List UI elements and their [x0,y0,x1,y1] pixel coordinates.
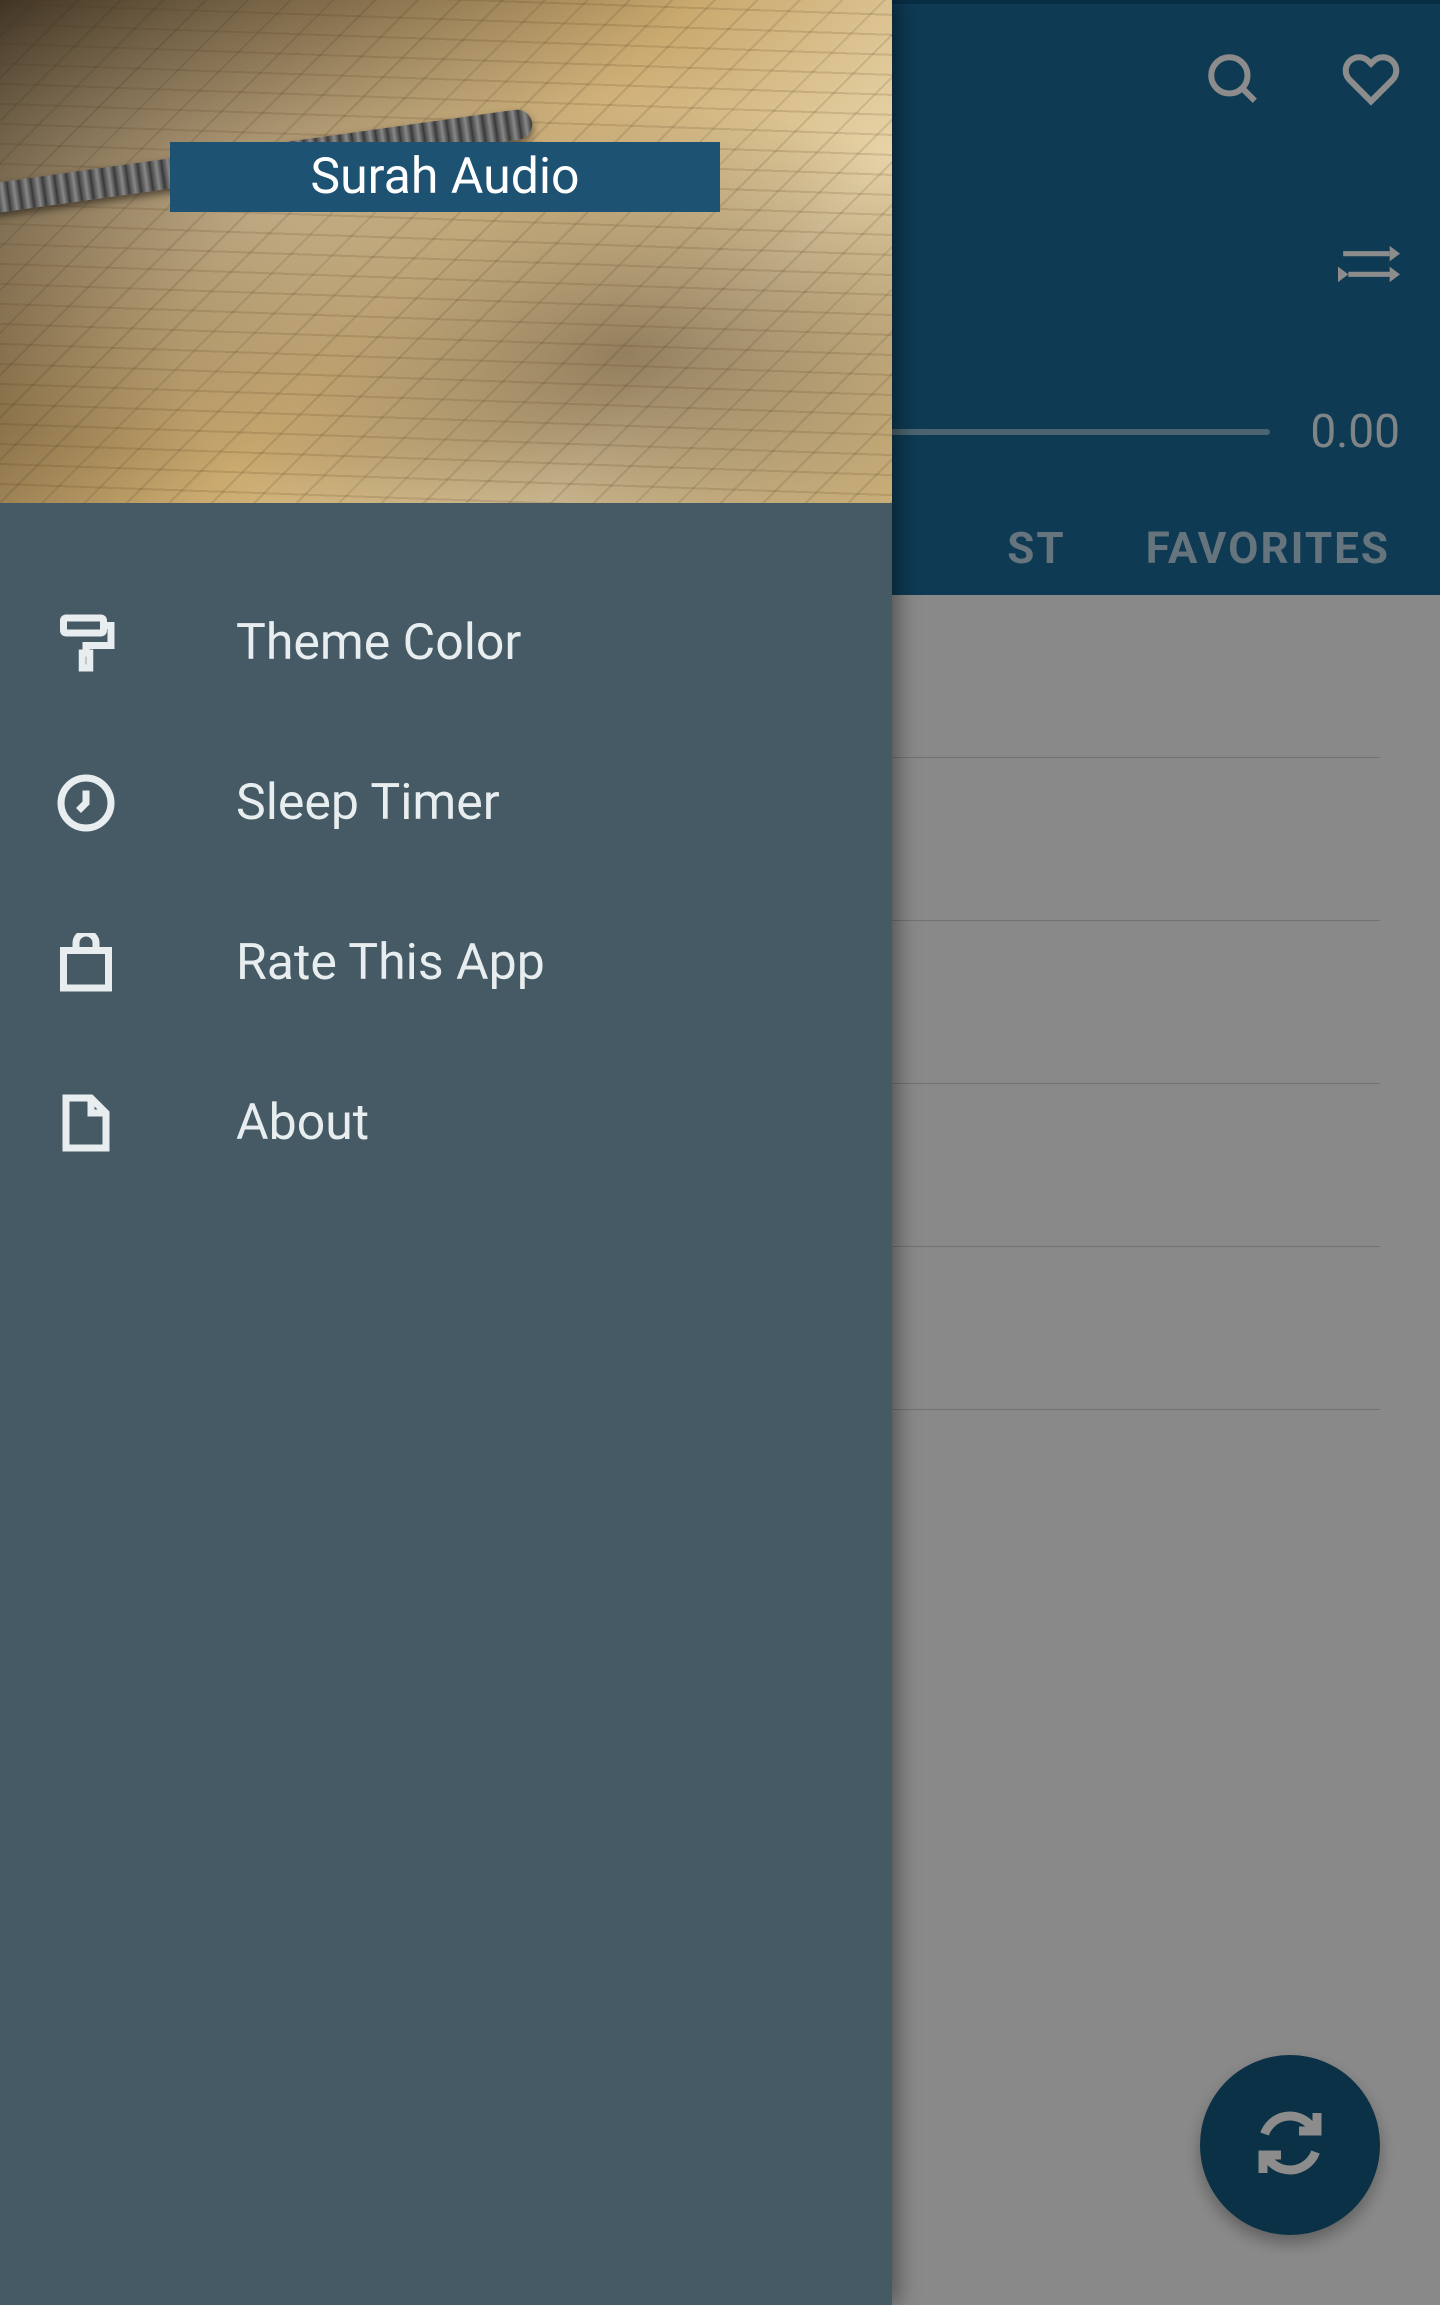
drawer-item-label: Theme Color [236,614,521,672]
drawer-item-about[interactable]: About [0,1043,892,1203]
app-screen: 0.00 ST FAVORITES [0,0,1440,2305]
paint-roller-icon [54,611,118,675]
navigation-drawer: Surah Audio Theme Color [0,0,892,2305]
clock-icon [54,771,118,835]
app-title: Surah Audio [310,148,579,206]
drawer-item-sleep-timer[interactable]: Sleep Timer [0,723,892,883]
drawer-item-label: Rate This App [236,934,545,992]
shopping-bag-icon [54,931,118,995]
drawer-items: Theme Color Sleep Timer [0,503,892,1203]
file-icon [54,1091,118,1155]
drawer-title-box: Surah Audio [170,142,720,212]
drawer-item-rate-app[interactable]: Rate This App [0,883,892,1043]
drawer-item-label: Sleep Timer [236,774,500,832]
drawer-item-label: About [236,1094,369,1152]
drawer-item-theme-color[interactable]: Theme Color [0,563,892,723]
drawer-header: Surah Audio [0,0,892,503]
quran-book-image [0,0,892,503]
